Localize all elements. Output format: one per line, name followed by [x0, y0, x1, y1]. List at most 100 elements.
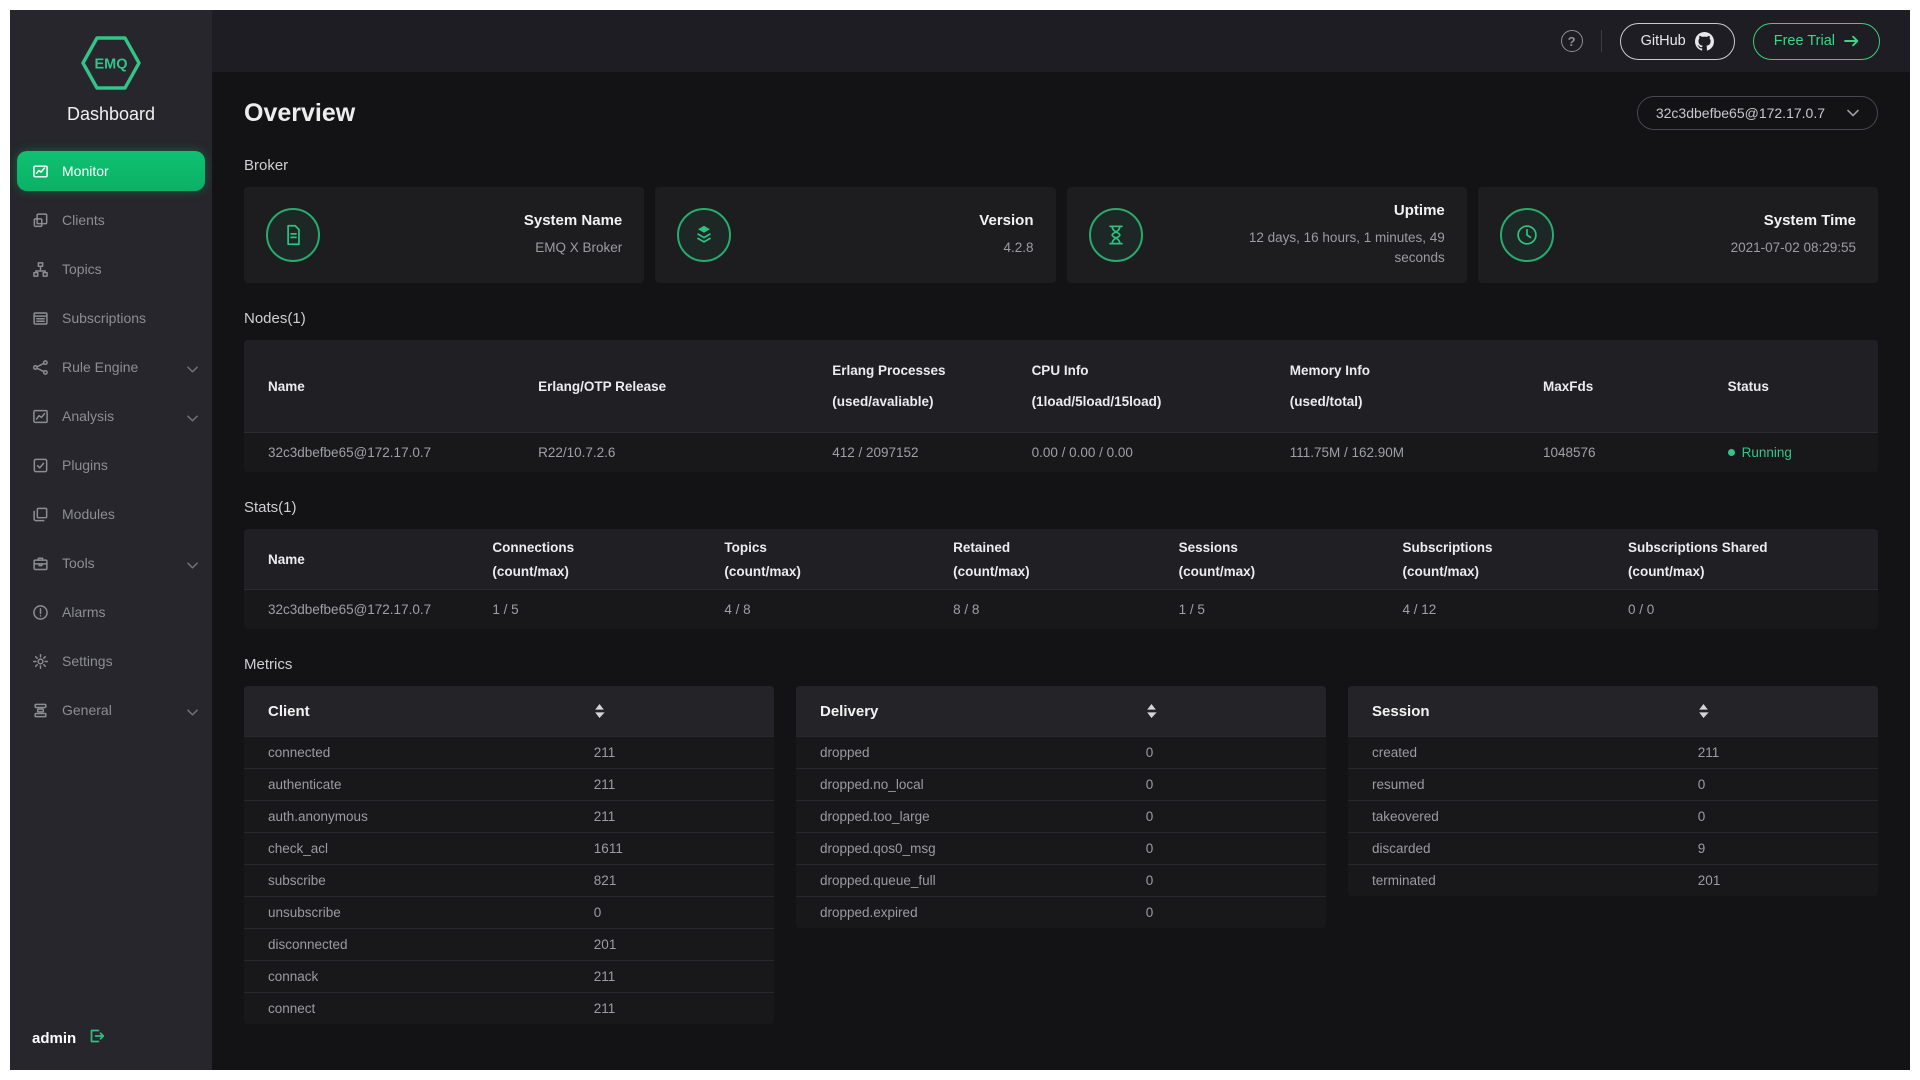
sidebar-item-topics[interactable]: Topics	[10, 249, 212, 289]
metrics-table-title: Session	[1348, 703, 1698, 720]
column-header: Sessions	[1179, 540, 1403, 555]
chevron-down-icon	[187, 411, 198, 422]
column-subheader: (count/max)	[492, 564, 724, 579]
column-subheader: (count/max)	[724, 564, 953, 579]
sidebar-item-monitor[interactable]: Monitor	[17, 151, 205, 191]
column-subheader: (count/max)	[1628, 564, 1878, 579]
sidebar-item-label: Subscriptions	[62, 310, 146, 326]
metrics-table-header: Client	[244, 686, 774, 736]
sidebar-item-analysis[interactable]: Analysis	[10, 396, 212, 436]
sidebar-item-label: General	[62, 702, 112, 718]
retained-count: 8 / 8	[953, 602, 1178, 617]
erlang-otp-release: R22/10.7.2.6	[538, 445, 832, 460]
page-title: Overview	[244, 99, 355, 128]
metrics-table-session: Session created211 resumed0 takeovered0 …	[1348, 686, 1878, 896]
sidebar-item-label: Tools	[62, 555, 95, 571]
topics-count: 4 / 8	[724, 602, 953, 617]
column-header: Name	[268, 552, 492, 567]
column-subheader: (used/total)	[1290, 394, 1543, 409]
column-subheader: (count/max)	[1402, 564, 1627, 579]
column-header: Connections	[492, 540, 724, 555]
list-item: dropped.no_local0	[796, 768, 1326, 800]
list-item: subscribe821	[244, 864, 774, 896]
arrow-right-icon	[1844, 35, 1859, 47]
logout-icon[interactable]	[88, 1027, 106, 1050]
column-subheader: (count/max)	[953, 564, 1178, 579]
svg-text:EMQ: EMQ	[94, 57, 127, 73]
emqx-dashboard-app: EMQ Dashboard Monitor Clients Topics Sub…	[10, 10, 1910, 1070]
nodes-table: Name Erlang/OTP Release Erlang Processes…	[244, 340, 1878, 472]
sidebar-item-settings[interactable]: Settings	[10, 641, 212, 681]
hourglass-icon	[1089, 208, 1143, 262]
nodes-section-title: Nodes(1)	[244, 310, 1878, 327]
sidebar-item-label: Plugins	[62, 457, 108, 473]
sidebar-item-rule-engine[interactable]: Rule Engine	[10, 347, 212, 387]
sidebar-item-label: Analysis	[62, 408, 114, 424]
list-item: terminated201	[1348, 864, 1878, 896]
metrics-table-header: Session	[1348, 686, 1878, 736]
main-area: ? GitHub Free Trial Overview 32c3dbefbe6…	[212, 10, 1910, 1070]
chevron-down-icon	[187, 705, 198, 716]
analysis-icon	[32, 408, 49, 425]
list-item: disconnected201	[244, 928, 774, 960]
list-item: unsubscribe0	[244, 896, 774, 928]
column-header: Erlang Processes	[832, 363, 1031, 378]
monitor-icon	[32, 163, 49, 180]
free-trial-button[interactable]: Free Trial	[1753, 23, 1880, 60]
list-item: check_acl1611	[244, 832, 774, 864]
settings-icon	[32, 653, 49, 670]
status-badge: Running	[1728, 445, 1878, 460]
modules-icon	[32, 506, 49, 523]
memory-info: 111.75M / 162.90M	[1290, 445, 1543, 460]
card-value: 12 days, 16 hours, 1 minutes, 49 seconds	[1240, 228, 1445, 267]
column-header: Status	[1728, 379, 1878, 394]
metrics-section-title: Metrics	[244, 656, 1878, 673]
table-row: 32c3dbefbe65@172.17.0.7 R22/10.7.2.6 412…	[244, 432, 1878, 472]
nodes-table-header: Name Erlang/OTP Release Erlang Processes…	[244, 340, 1878, 432]
topbar-divider	[1601, 30, 1602, 52]
list-item: connected211	[244, 736, 774, 768]
sidebar-item-plugins[interactable]: Plugins	[10, 445, 212, 485]
sidebar: EMQ Dashboard Monitor Clients Topics Sub…	[10, 10, 212, 1070]
card-value: 4.2.8	[979, 238, 1033, 258]
sidebar-item-modules[interactable]: Modules	[10, 494, 212, 534]
sidebar-item-tools[interactable]: Tools	[10, 543, 212, 583]
subscriptions-shared-count: 0 / 0	[1628, 602, 1878, 617]
sort-icon[interactable]	[1146, 704, 1157, 718]
list-item: takeovered0	[1348, 800, 1878, 832]
clients-icon	[32, 212, 49, 229]
github-button[interactable]: GitHub	[1620, 23, 1735, 60]
dashboard-title: Dashboard	[10, 104, 212, 125]
clock-icon	[1500, 208, 1554, 262]
metrics-table-delivery: Delivery dropped0 dropped.no_local0 drop…	[796, 686, 1326, 928]
topbar: ? GitHub Free Trial	[212, 10, 1910, 72]
sidebar-item-label: Alarms	[62, 604, 106, 620]
chevron-down-icon	[187, 558, 198, 569]
sidebar-item-label: Rule Engine	[62, 359, 138, 375]
connections-count: 1 / 5	[492, 602, 724, 617]
broker-card-system-time: System Time 2021-07-02 08:29:55	[1478, 187, 1878, 283]
column-subheader: (used/avaliable)	[832, 394, 1031, 409]
metrics-table-title: Client	[244, 703, 594, 720]
column-header: Erlang/OTP Release	[538, 379, 832, 394]
sort-icon[interactable]	[594, 704, 605, 718]
list-item: connect211	[244, 992, 774, 1024]
subscriptions-icon	[32, 310, 49, 327]
list-item: dropped.too_large0	[796, 800, 1326, 832]
stats-section-title: Stats(1)	[244, 499, 1878, 516]
card-title: Version	[979, 212, 1033, 229]
sidebar-item-label: Clients	[62, 212, 105, 228]
layers-icon	[677, 208, 731, 262]
list-item: dropped0	[796, 736, 1326, 768]
sidebar-item-clients[interactable]: Clients	[10, 200, 212, 240]
sidebar-item-general[interactable]: General	[10, 690, 212, 730]
list-item: connack211	[244, 960, 774, 992]
sidebar-footer: admin	[10, 1027, 212, 1070]
node-selector[interactable]: 32c3dbefbe65@172.17.0.7	[1637, 96, 1878, 130]
sort-icon[interactable]	[1698, 704, 1709, 718]
sidebar-item-alarms[interactable]: Alarms	[10, 592, 212, 632]
column-header: Subscriptions Shared	[1628, 540, 1878, 555]
help-icon[interactable]: ?	[1561, 30, 1583, 52]
card-title: System Name	[524, 212, 622, 229]
sidebar-item-subscriptions[interactable]: Subscriptions	[10, 298, 212, 338]
